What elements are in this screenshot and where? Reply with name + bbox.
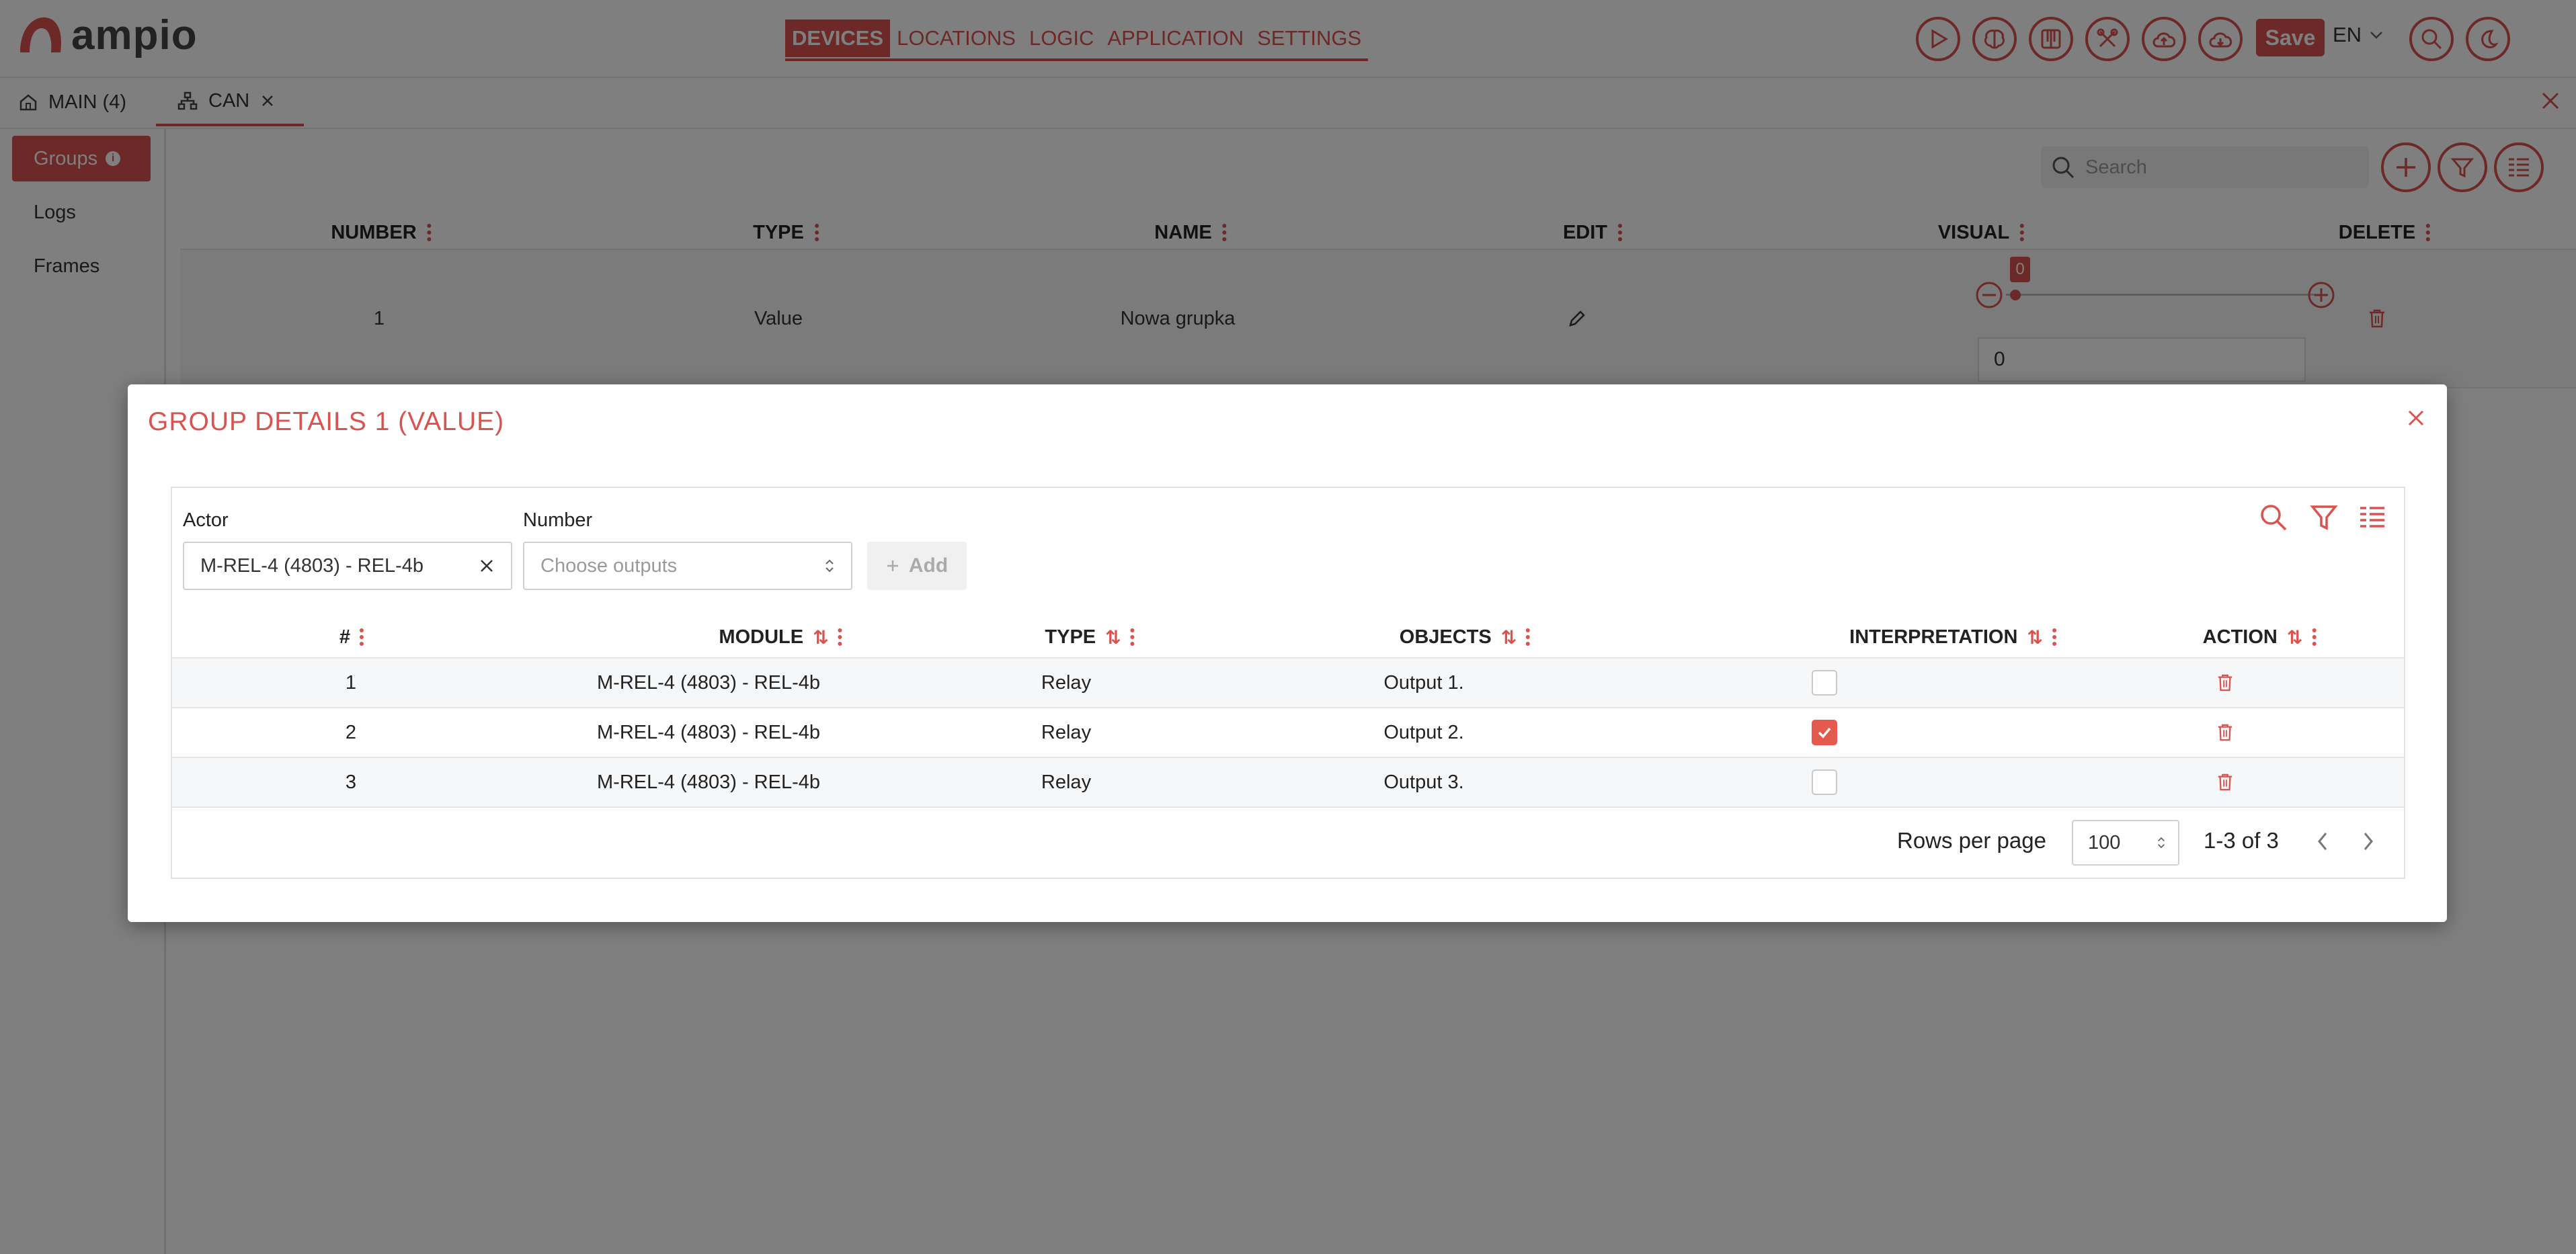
add-button[interactable]: Add (867, 542, 967, 590)
trash-icon (2216, 673, 2234, 692)
column-label: INTERPRETATION (1849, 626, 2018, 648)
row-delete-button[interactable] (2216, 758, 2234, 806)
dialog-title: GROUP DETAILS 1 (VALUE) (148, 407, 505, 436)
columns-icon (2358, 503, 2386, 532)
pagination-range: 1-3 of 3 (2204, 828, 2279, 853)
chevron-left-icon (2314, 829, 2331, 853)
row-type: Relay (1041, 671, 1092, 694)
row-type: Relay (1041, 771, 1092, 793)
column-type[interactable]: TYPE ⇅ (1045, 616, 1135, 659)
actor-value: M-REL-4 (4803) - REL-4b (200, 554, 424, 577)
sort-icon[interactable]: ⇅ (2027, 626, 2042, 649)
interpretation-checkbox[interactable] (1812, 708, 1837, 757)
table-row[interactable]: 1 M-REL-4 (4803) - REL-4b Relay Output 1… (172, 657, 2404, 707)
outputs-select[interactable]: Choose outputs (523, 542, 852, 590)
outputs-placeholder: Choose outputs (540, 554, 678, 577)
column-label: # (339, 626, 351, 648)
column-action[interactable]: ACTION ⇅ (2203, 616, 2318, 659)
row-objects: Output 3. (1383, 771, 1464, 793)
checkbox-box[interactable] (1812, 720, 1837, 745)
row-delete-button[interactable] (2216, 659, 2234, 707)
sort-icon[interactable]: ⇅ (1105, 626, 1121, 649)
interpretation-checkbox[interactable] (1812, 659, 1837, 707)
row-index: 2 (345, 721, 357, 743)
row-objects: Output 2. (1383, 721, 1464, 743)
column-menu-icon[interactable] (2312, 628, 2317, 646)
sort-icon[interactable]: ⇅ (1501, 626, 1517, 649)
close-icon (2405, 407, 2427, 429)
table-footer: Rows per page 100 1-3 of 3 (172, 806, 2404, 880)
trash-icon (2216, 773, 2234, 792)
prev-page-button[interactable] (2314, 829, 2331, 853)
table-filter-button[interactable] (2310, 503, 2338, 532)
trash-icon (2216, 723, 2234, 742)
search-icon (2259, 503, 2288, 532)
clear-icon[interactable] (479, 558, 495, 574)
row-index: 3 (345, 771, 357, 793)
actor-select[interactable]: M-REL-4 (4803) - REL-4b (183, 542, 512, 590)
rows-per-page-value: 100 (2088, 831, 2121, 853)
row-index: 1 (345, 671, 357, 694)
column-interpretation[interactable]: INTERPRETATION ⇅ (1849, 616, 2058, 659)
filter-icon (2310, 503, 2338, 532)
column-index[interactable]: # (339, 616, 365, 659)
column-menu-icon[interactable] (1130, 628, 1136, 646)
rows-per-page-select[interactable]: 100 (2072, 820, 2179, 866)
add-label: Add (908, 554, 949, 577)
sort-icon[interactable]: ⇅ (2287, 626, 2302, 649)
chevron-right-icon (2360, 829, 2377, 853)
table-search-button[interactable] (2259, 503, 2288, 532)
column-label: TYPE (1045, 626, 1096, 648)
next-page-button[interactable] (2360, 829, 2377, 853)
column-menu-icon[interactable] (360, 628, 365, 646)
column-label: OBJECTS (1399, 626, 1492, 648)
row-module: M-REL-4 (4803) - REL-4b (597, 671, 820, 694)
table-columns-button[interactable] (2358, 503, 2386, 532)
number-label: Number (523, 509, 593, 531)
outputs-card: Actor M-REL-4 (4803) - REL-4b Number Cho… (171, 487, 2405, 879)
row-delete-button[interactable] (2216, 708, 2234, 757)
column-objects[interactable]: OBJECTS ⇅ (1400, 616, 1531, 659)
column-menu-icon[interactable] (1526, 628, 1531, 646)
table-row[interactable]: 2 M-REL-4 (4803) - REL-4b Relay Output 2… (172, 707, 2404, 757)
check-icon (1816, 724, 1833, 741)
group-details-dialog: GROUP DETAILS 1 (VALUE) Actor M-REL-4 (4… (128, 384, 2447, 922)
column-label: ACTION (2202, 626, 2278, 648)
row-objects: Output 1. (1383, 671, 1464, 694)
checkbox-box[interactable] (1812, 769, 1837, 795)
updown-icon (824, 557, 835, 575)
column-menu-icon[interactable] (838, 628, 844, 646)
interpretation-checkbox[interactable] (1812, 758, 1837, 806)
sort-icon[interactable]: ⇅ (813, 626, 828, 649)
column-module[interactable]: MODULE ⇅ (719, 616, 843, 659)
row-type: Relay (1041, 721, 1092, 743)
table-row[interactable]: 3 M-REL-4 (4803) - REL-4b Relay Output 3… (172, 757, 2404, 806)
row-module: M-REL-4 (4803) - REL-4b (597, 771, 820, 793)
dialog-close-button[interactable] (2405, 407, 2427, 429)
column-menu-icon[interactable] (2052, 628, 2058, 646)
updown-icon (2157, 835, 2166, 851)
column-label: MODULE (719, 626, 804, 648)
checkbox-box[interactable] (1812, 670, 1837, 696)
actor-label: Actor (183, 509, 229, 531)
row-module: M-REL-4 (4803) - REL-4b (597, 721, 820, 743)
rows-per-page-label: Rows per page (1897, 828, 2046, 853)
plus-icon (886, 559, 899, 573)
